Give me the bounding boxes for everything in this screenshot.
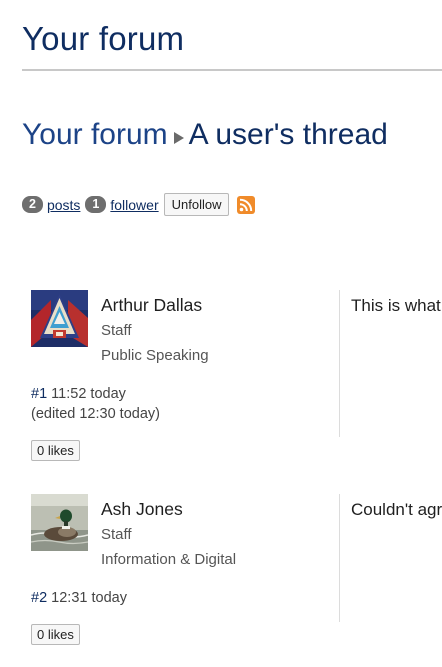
like-button[interactable]: 0 likes [31, 440, 80, 461]
post-time: 12:31 today [51, 590, 127, 606]
thread-stats: 2 posts 1 follower Unfollow [22, 193, 256, 216]
avatar[interactable] [31, 290, 88, 347]
post-content: Couldn't agr [351, 500, 442, 519]
post-edited: (edited 12:30 today) [31, 406, 160, 422]
posts-link[interactable]: posts [47, 197, 80, 213]
followers-count-badge: 1 [85, 196, 107, 213]
post-meta: #2 12:31 today [31, 590, 127, 606]
post-time: 11:52 today [51, 386, 126, 402]
thread-title: A user's thread [188, 118, 388, 151]
unfollow-button[interactable]: Unfollow [163, 193, 230, 216]
post-meta: #1 11:52 today [31, 386, 126, 402]
post-author[interactable]: Ash Jones [101, 499, 183, 520]
site-title: Your forum [22, 20, 185, 57]
post-content: This is what [351, 296, 441, 315]
post-divider [339, 494, 340, 622]
avatar[interactable] [31, 494, 88, 551]
followers-link[interactable]: follower [110, 197, 158, 213]
post-number-link[interactable]: #2 [31, 590, 47, 606]
like-button[interactable]: 0 likes [31, 624, 80, 645]
post-author[interactable]: Arthur Dallas [101, 295, 202, 316]
author-role: Staff [101, 526, 132, 543]
breadcrumb-arrow-icon [173, 131, 184, 144]
author-team: Information & Digital [101, 551, 237, 568]
post-number-link[interactable]: #1 [31, 386, 47, 402]
breadcrumb-forum-link[interactable]: Your forum [22, 118, 168, 151]
header-rule [22, 69, 442, 71]
breadcrumb: Your forum A user's thread [22, 118, 388, 152]
post-divider [339, 290, 340, 437]
author-team: Public Speaking [101, 347, 209, 364]
author-role: Staff [101, 322, 132, 339]
posts-count-badge: 2 [22, 196, 43, 213]
rss-feed-icon[interactable] [237, 195, 256, 214]
